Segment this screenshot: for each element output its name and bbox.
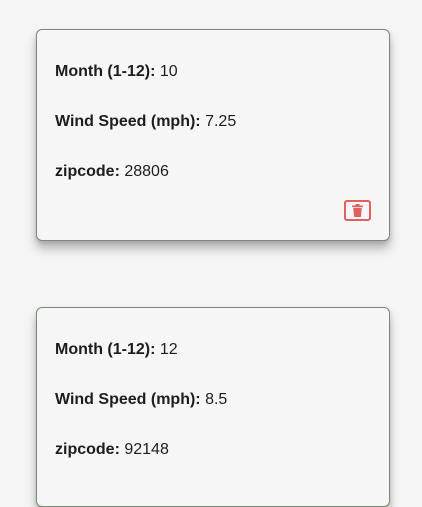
wind-speed-value: 8.5 [205, 391, 228, 408]
wind-speed-label: Wind Speed (mph): [55, 113, 201, 130]
zipcode-row: zipcode: 28806 [55, 163, 169, 181]
wind-speed-value: 7.25 [205, 113, 237, 130]
month-value: 12 [159, 341, 178, 358]
month-label: Month (1-12): [55, 63, 156, 80]
month-row: Month (1-12): 10 [55, 63, 178, 81]
zipcode-label: zipcode: [55, 163, 120, 180]
zipcode-value: 92148 [124, 441, 169, 458]
month-row: Month (1-12): 12 [55, 341, 178, 359]
record-card: Month (1-12): 10 Wind Speed (mph): 7.25 … [36, 29, 390, 241]
wind-speed-row: Wind Speed (mph): 8.5 [55, 391, 227, 409]
month-value: 10 [159, 63, 178, 80]
zipcode-value: 28806 [124, 163, 169, 180]
zipcode-row: zipcode: 92148 [55, 441, 169, 459]
trash-icon [352, 204, 363, 217]
wind-speed-row: Wind Speed (mph): 7.25 [55, 113, 236, 131]
wind-speed-label: Wind Speed (mph): [55, 391, 201, 408]
month-label: Month (1-12): [55, 341, 156, 358]
record-card: Month (1-12): 12 Wind Speed (mph): 8.5 z… [36, 307, 390, 507]
zipcode-label: zipcode: [55, 441, 120, 458]
delete-button[interactable] [344, 200, 371, 221]
